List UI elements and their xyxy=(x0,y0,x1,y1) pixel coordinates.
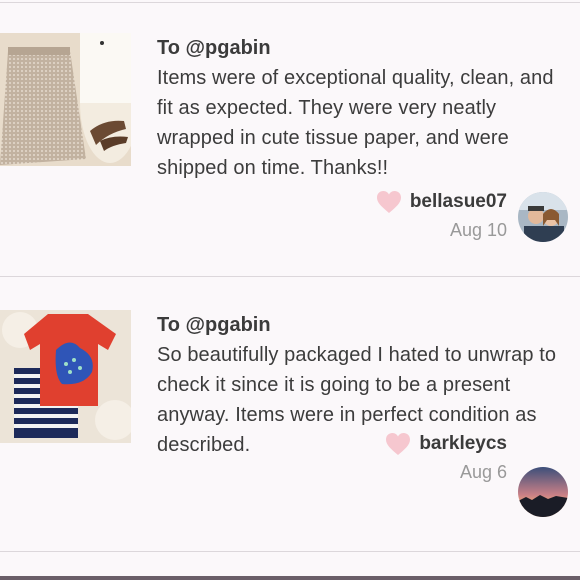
review-divider xyxy=(0,551,580,552)
skirt-photo-icon xyxy=(0,33,131,166)
reviewer-avatar[interactable] xyxy=(518,192,568,242)
reviewer-username[interactable]: bellasue07 xyxy=(410,191,507,213)
review-recipient: To @pgabin xyxy=(157,314,271,336)
listing-thumbnail[interactable] xyxy=(0,310,131,443)
kids-outfit-photo-icon xyxy=(0,310,131,443)
listing-thumbnail[interactable] xyxy=(0,33,131,166)
review-date: Aug 6 xyxy=(459,462,507,482)
reviewer-meta: bellasue07 Aug 10 xyxy=(376,190,507,241)
review-date: Aug 10 xyxy=(449,220,507,240)
review-recipient: To @pgabin xyxy=(157,37,271,59)
couple-selfie-avatar-icon xyxy=(518,192,568,242)
reviewer-username[interactable]: barkleycs xyxy=(419,433,507,455)
reviewer-meta: barkleycs Aug 6 xyxy=(385,432,507,483)
heart-icon[interactable] xyxy=(376,190,402,214)
heart-icon[interactable] xyxy=(385,432,411,456)
reviewer-avatar[interactable] xyxy=(518,467,568,517)
bottom-edge xyxy=(0,576,580,580)
review-text: Items were of exceptional quality, clean… xyxy=(157,67,554,179)
top-divider xyxy=(0,2,580,3)
review-text: So beautifully packaged I hated to unwra… xyxy=(157,344,557,456)
review-divider xyxy=(0,276,580,277)
sunset-avatar-icon xyxy=(518,467,568,517)
